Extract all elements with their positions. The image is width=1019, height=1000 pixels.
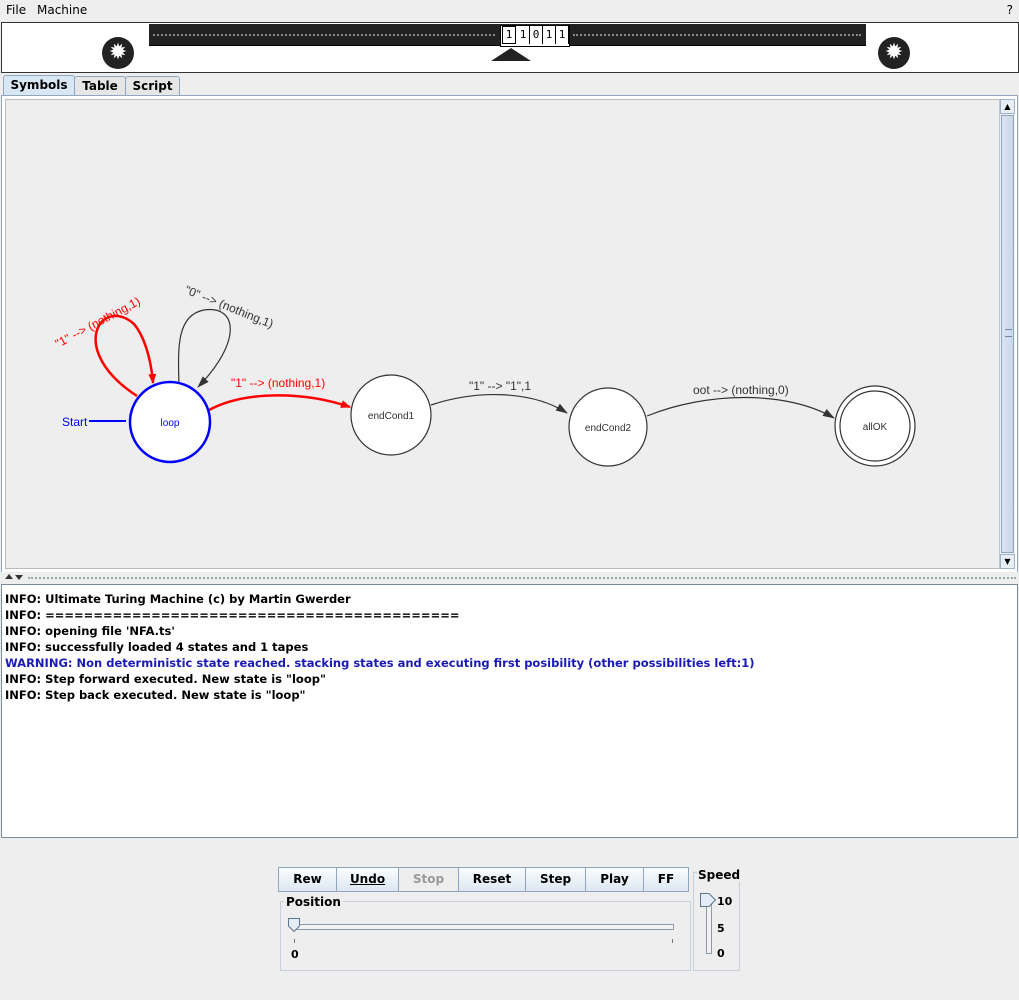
transition-loop-loop-0[interactable] xyxy=(177,309,231,388)
menu-bar: File Machine ? xyxy=(0,0,1019,21)
state-allok[interactable]: allOK xyxy=(834,385,916,467)
tape-strip: 1 1 0 1 1 xyxy=(149,24,866,47)
scroll-down-icon[interactable]: ▼ xyxy=(1000,554,1015,569)
tape-blank-left xyxy=(153,34,495,36)
state-label: loop xyxy=(161,418,180,429)
vertical-scrollbar[interactable]: ▲ ▼ xyxy=(999,99,1015,569)
tab-script[interactable]: Script xyxy=(125,76,180,96)
rew-button[interactable]: Rew xyxy=(278,867,337,892)
tab-table[interactable]: Table xyxy=(74,76,126,96)
speed-slider-thumb[interactable] xyxy=(700,893,716,907)
stop-button[interactable]: Stop xyxy=(399,867,459,892)
menu-machine[interactable]: Machine xyxy=(37,3,87,17)
tape-cell-head: 1 xyxy=(502,26,516,44)
tab-symbols[interactable]: Symbols xyxy=(3,75,75,96)
menu-file[interactable]: File xyxy=(6,3,26,17)
position-slider-thumb[interactable] xyxy=(288,918,300,932)
log-line: INFO: Step back executed. New state is "… xyxy=(5,688,306,702)
transition-label: "1" --> "1",1 xyxy=(469,379,531,393)
transition-loop-endcond1[interactable] xyxy=(208,394,351,412)
play-button[interactable]: Play xyxy=(586,867,644,892)
log-lines: INFO: Ultimate Turing Machine (c) by Mar… xyxy=(5,591,755,703)
position-min-label: 0 xyxy=(291,948,299,961)
slider-tick xyxy=(294,939,295,943)
state-endcond2[interactable]: endCond2 xyxy=(568,387,648,467)
state-label: allOK xyxy=(863,422,888,433)
tape-blank-right xyxy=(573,34,861,36)
undo-label: Undo xyxy=(349,872,386,886)
speed-label-10: 10 xyxy=(717,895,733,908)
collapse-down-icon[interactable] xyxy=(15,575,23,580)
log-panel[interactable]: INFO: Ultimate Turing Machine (c) by Mar… xyxy=(1,584,1018,838)
playback-controls: Rew Undo Stop Reset Step Play FF xyxy=(278,867,689,892)
speed-label-5: 5 xyxy=(717,922,725,935)
step-button[interactable]: Step xyxy=(526,867,586,892)
tape-cell: 1 xyxy=(556,26,569,44)
grip-icon xyxy=(1005,329,1012,337)
tape-cell: 0 xyxy=(530,26,543,44)
scroll-thumb[interactable] xyxy=(1001,115,1014,553)
tape-cell: 1 xyxy=(517,26,530,44)
log-line: INFO: Step forward executed. New state i… xyxy=(5,672,326,686)
tape-panel: 1 1 0 1 1 ✹ ✹ xyxy=(1,22,1019,73)
log-line: INFO: opening file 'NFA.ts' xyxy=(5,624,175,638)
transition-endcond2-allok[interactable] xyxy=(646,396,835,419)
state-endcond1[interactable]: endCond1 xyxy=(350,374,432,456)
diagram-panel: Start "1" --> (nothing,1) "0" --> (nothi… xyxy=(1,95,1018,573)
gear-icon[interactable]: ✹ xyxy=(102,37,134,69)
log-line: INFO: ==================================… xyxy=(5,608,460,622)
state-diagram: Start "1" --> (nothing,1) "0" --> (nothi… xyxy=(53,283,916,467)
transition-label: "1" --> (nothing,1) xyxy=(53,294,143,351)
slider-tick xyxy=(672,939,673,943)
ff-button[interactable]: FF xyxy=(644,867,689,892)
collapse-up-icon[interactable] xyxy=(5,574,13,579)
start-label: Start xyxy=(62,415,88,429)
log-line: INFO: Ultimate Turing Machine (c) by Mar… xyxy=(5,592,351,606)
position-title: Position xyxy=(284,895,343,909)
log-line: INFO: successfully loaded 4 states and 1… xyxy=(5,640,309,654)
state-loop[interactable]: loop xyxy=(128,380,212,464)
scroll-up-icon[interactable]: ▲ xyxy=(1000,99,1015,114)
tape-head-marker xyxy=(491,48,531,61)
position-group xyxy=(280,901,691,971)
divider-grip xyxy=(28,577,1016,579)
transition-endcond1-endcond2[interactable] xyxy=(430,394,568,414)
state-diagram-canvas[interactable]: Start "1" --> (nothing,1) "0" --> (nothi… xyxy=(5,99,1000,569)
reset-button[interactable]: Reset xyxy=(459,867,526,892)
state-label: endCond1 xyxy=(368,411,415,422)
transition-label: "1" --> (nothing,1) xyxy=(231,376,325,390)
transition-label: oot --> (nothing,0) xyxy=(693,383,789,397)
transition-loop-loop-1[interactable] xyxy=(94,314,157,398)
split-divider[interactable] xyxy=(0,572,1019,584)
state-label: endCond2 xyxy=(585,423,632,434)
gear-icon[interactable]: ✹ xyxy=(878,37,910,69)
tape-cell: 1 xyxy=(543,26,556,44)
log-line-warning: WARNING: Non deterministic state reached… xyxy=(5,656,755,670)
menu-help[interactable]: ? xyxy=(1007,3,1013,17)
speed-label-0: 0 xyxy=(717,947,725,960)
tape-cells: 1 1 0 1 1 xyxy=(500,25,570,47)
position-slider-track[interactable] xyxy=(294,924,674,930)
undo-button[interactable]: Undo xyxy=(337,867,399,892)
speed-title: Speed xyxy=(697,868,742,882)
